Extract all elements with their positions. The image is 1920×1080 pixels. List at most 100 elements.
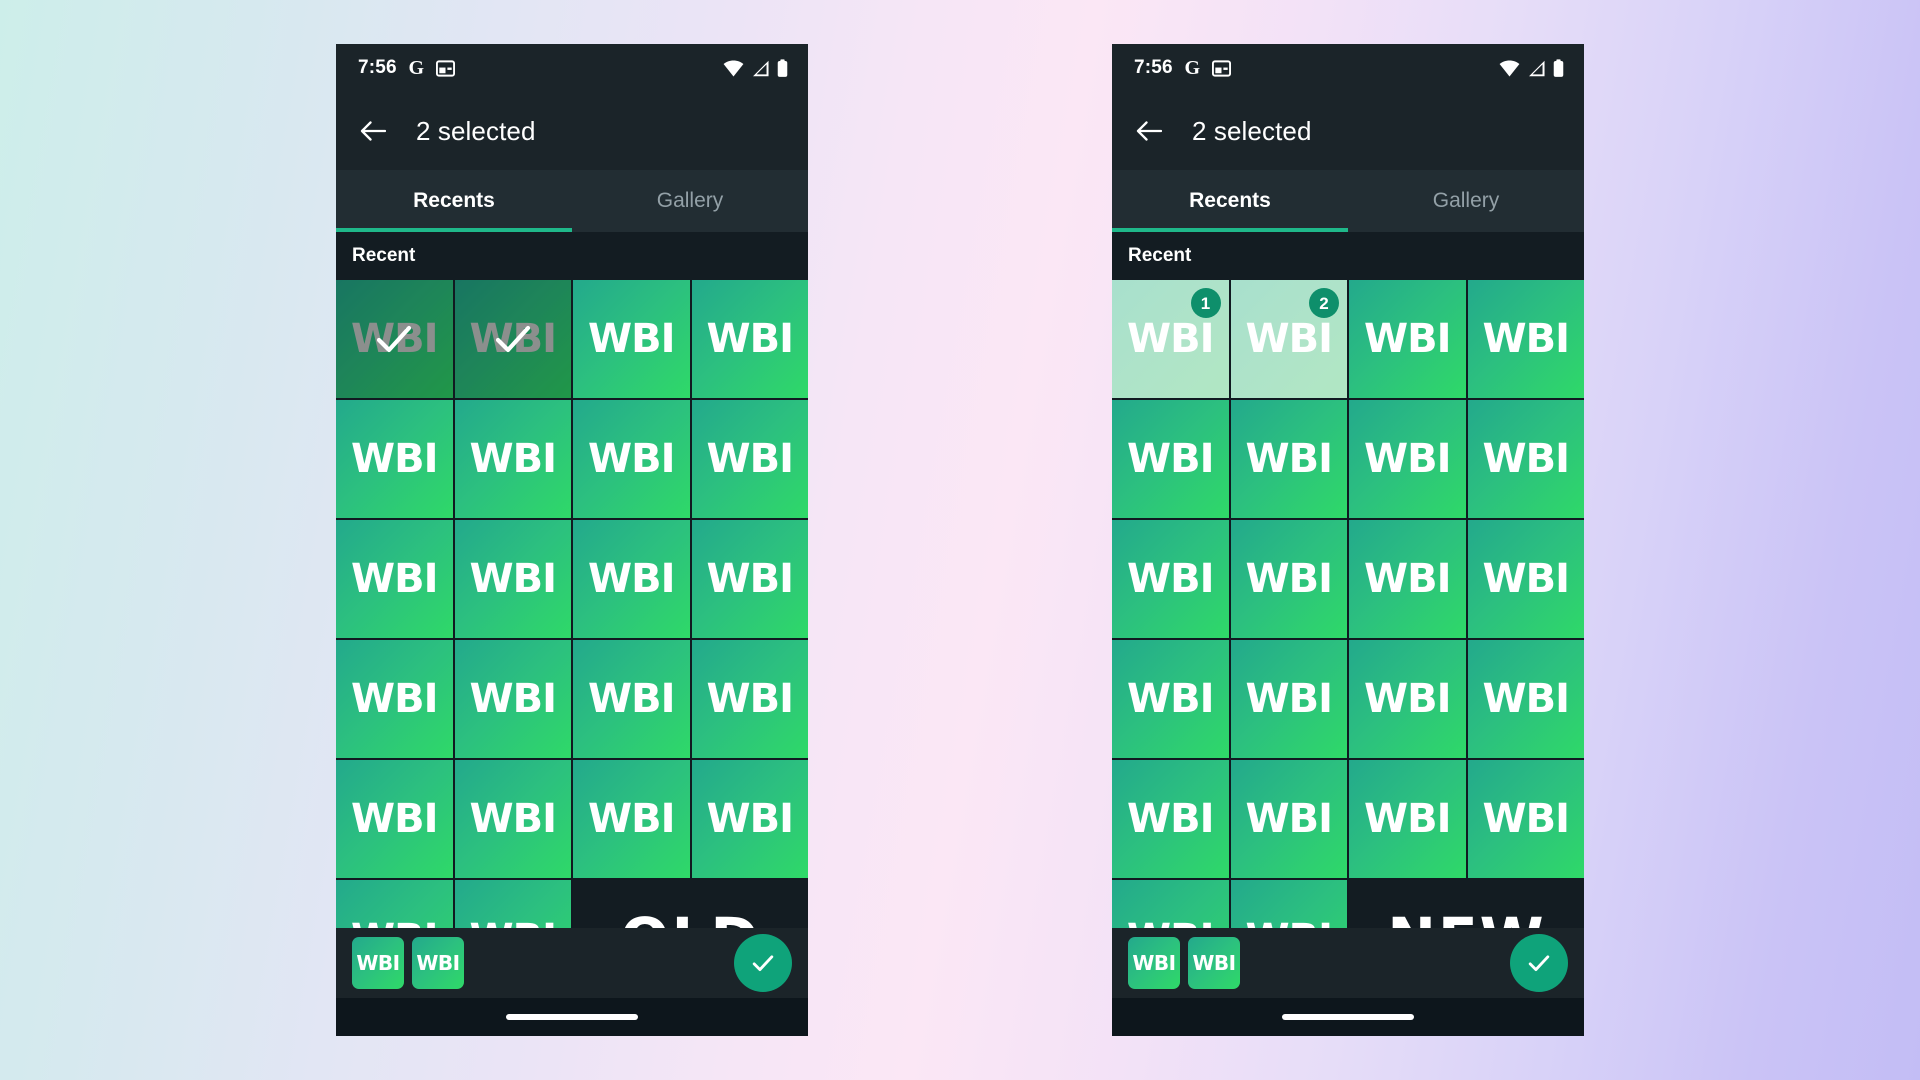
photo-tile[interactable]: WBI [691, 400, 808, 518]
wifi-icon [723, 59, 744, 77]
home-gesture-pill[interactable] [1282, 1014, 1414, 1020]
photo-tile[interactable]: WBI [573, 760, 690, 878]
photo-tile[interactable]: WBI [1230, 640, 1347, 758]
calendar-icon [435, 59, 455, 78]
photo-tile-label: WBI [588, 796, 675, 842]
confirm-button[interactable] [734, 934, 792, 992]
tab-recents-label: Recents [1189, 189, 1271, 212]
page-title: 2 selected [1192, 115, 1312, 146]
photo-tile-selected[interactable]: WBI [454, 280, 571, 398]
photo-tile[interactable]: WBI [454, 640, 571, 758]
photo-tile[interactable]: WBI [691, 640, 808, 758]
photo-tile[interactable]: WBI [454, 520, 571, 638]
photo-tile-label: WBI [1127, 676, 1214, 722]
photo-tile-label: WBI [1482, 316, 1570, 362]
tab-gallery[interactable]: Gallery [1348, 170, 1584, 232]
photo-tile[interactable]: WBI [1349, 400, 1466, 518]
section-header-old: Recent [336, 232, 808, 280]
photo-tile[interactable]: WBI [691, 760, 808, 878]
photo-tile[interactable]: WBI [1230, 760, 1347, 878]
photo-tile[interactable]: WBI [573, 280, 690, 398]
photo-tile[interactable]: WBI [454, 880, 571, 928]
photo-tile[interactable]: WBI [336, 760, 453, 878]
tab-recents[interactable]: Recents [1112, 170, 1348, 232]
photo-tile-label: WBI [588, 436, 675, 482]
photo-tile-label: WBI [1245, 556, 1333, 602]
photo-tile[interactable]: WBI [1112, 760, 1229, 878]
selected-chip[interactable]: WBI [412, 937, 464, 989]
photo-tile-label: WBI [706, 316, 794, 362]
cell-signal-icon [751, 60, 770, 77]
selection-bar-old: WBI WBI [336, 928, 808, 998]
photo-tile[interactable]: WBI [573, 400, 690, 518]
phone-old: 7:56 G 2 selected Recents Gallery Recent… [336, 44, 808, 1036]
page-title: 2 selected [416, 115, 536, 146]
home-gesture-pill[interactable] [506, 1014, 638, 1020]
photo-tile[interactable]: WBI [573, 520, 690, 638]
photo-tile[interactable]: WBI [1112, 880, 1229, 928]
photo-tile[interactable]: WBI [1112, 400, 1229, 518]
google-g-icon: G [408, 57, 425, 79]
photo-tile[interactable]: WBI [1230, 520, 1347, 638]
photo-tile[interactable]: WBI [336, 880, 453, 928]
selection-bar-new: WBI WBI [1112, 928, 1584, 998]
photo-tile[interactable]: WBI [691, 280, 808, 398]
photo-tile[interactable]: WBI [1349, 760, 1466, 878]
photo-tile[interactable]: WBI [1467, 280, 1584, 398]
battery-icon [777, 58, 788, 78]
confirm-button[interactable] [1510, 934, 1568, 992]
photo-tile[interactable]: WBI [1112, 640, 1229, 758]
photo-tile[interactable]: WBI [1349, 640, 1466, 758]
photo-tile[interactable]: WBI [454, 760, 571, 878]
selection-order-badge: 2 [1309, 288, 1339, 318]
photo-tile-selected[interactable]: WBI [336, 280, 453, 398]
back-arrow-icon[interactable] [358, 116, 388, 146]
photo-tile-label: WBI [1127, 556, 1214, 602]
photo-tile-selected[interactable]: 1 WBI [1112, 280, 1229, 398]
photo-tile[interactable]: WBI [1467, 760, 1584, 878]
photo-tile-label: WBI [469, 556, 557, 602]
app-bar-old: 2 selected [336, 92, 808, 170]
photo-tile-label: WBI [351, 796, 438, 842]
photo-tile[interactable]: WBI [1230, 400, 1347, 518]
photo-tile[interactable]: WBI [1349, 520, 1466, 638]
back-arrow-icon[interactable] [1134, 116, 1164, 146]
photo-tile[interactable]: WBI [691, 520, 808, 638]
section-header-label: Recent [1128, 245, 1192, 266]
photo-tile-label: WBI [469, 676, 557, 722]
photo-tile-label: WBI [1364, 796, 1451, 842]
photo-tile-label: WBI [588, 316, 675, 362]
photo-tile[interactable]: WBI [1112, 520, 1229, 638]
status-bar-right-old [723, 58, 788, 78]
selected-chip-label: WBI [416, 951, 460, 975]
selected-chip[interactable]: WBI [1128, 937, 1180, 989]
photo-tile-label: WBI [706, 796, 794, 842]
photo-tile[interactable]: WBI [1467, 520, 1584, 638]
selected-chip[interactable]: WBI [1188, 937, 1240, 989]
tab-recents[interactable]: Recents [336, 170, 572, 232]
photo-tile-label: WBI [351, 676, 438, 722]
photo-tile[interactable]: WBI [336, 400, 453, 518]
phone-new: 7:56 G 2 selected Recents Gallery Recent… [1112, 44, 1584, 1036]
variant-label-text: OLD [620, 905, 760, 928]
photo-tile-label: WBI [706, 556, 794, 602]
photo-tile[interactable]: WBI [1467, 400, 1584, 518]
photo-tile[interactable]: WBI [336, 640, 453, 758]
photo-tile-label: WBI [1482, 436, 1570, 482]
photo-tile-label: WBI [470, 916, 557, 928]
tab-gallery[interactable]: Gallery [572, 170, 808, 232]
photo-tile[interactable]: WBI [573, 640, 690, 758]
status-bar-right-new [1499, 58, 1564, 78]
section-header-label: Recent [352, 245, 416, 266]
selected-chip[interactable]: WBI [352, 937, 404, 989]
photo-tile-label: WBI [1482, 556, 1570, 602]
photo-tile-label: WBI [469, 316, 557, 362]
photo-tile[interactable]: WBI [454, 400, 571, 518]
photo-tile[interactable]: WBI [336, 520, 453, 638]
photo-tile[interactable]: WBI [1230, 880, 1347, 928]
photo-grid-old: WBI WBI WBI WBI WBI WBI WBI WBI WBI WBI … [336, 280, 808, 928]
status-time: 7:56 [1134, 57, 1173, 78]
photo-tile[interactable]: WBI [1467, 640, 1584, 758]
photo-tile-selected[interactable]: 2 WBI [1230, 280, 1347, 398]
photo-tile[interactable]: WBI [1349, 280, 1466, 398]
